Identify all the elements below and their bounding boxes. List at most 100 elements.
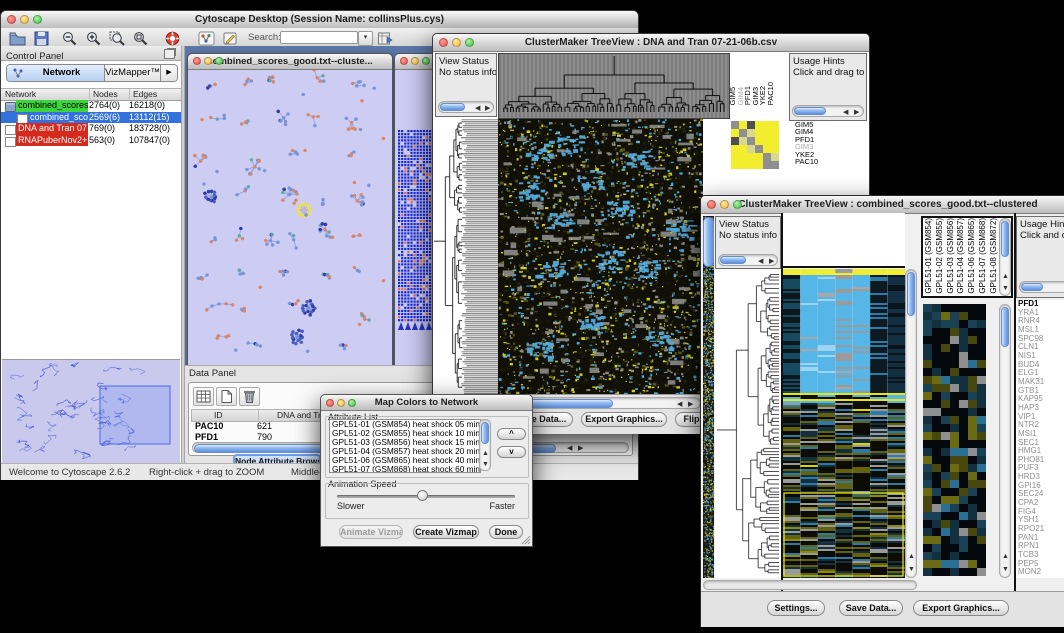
tv2-status-hscrollbar[interactable]: ◀ ▶ <box>718 254 778 266</box>
minimize-icon[interactable] <box>20 15 29 24</box>
scroll-down-icon[interactable]: ▼ <box>482 461 489 468</box>
tv1-hints-hscrollbar[interactable]: ◀ ▶ <box>792 105 864 117</box>
matrix-cell[interactable] <box>763 145 771 153</box>
col-edges[interactable]: Edges <box>129 89 157 99</box>
birdseye-view[interactable] <box>2 359 180 464</box>
matrix-cell[interactable] <box>739 121 747 129</box>
close-icon[interactable] <box>7 15 16 24</box>
scroll-right-icon[interactable]: ▶ <box>485 105 490 112</box>
network-name[interactable]: DNA and Tran 07 <box>16 123 88 135</box>
create-vizmap-button[interactable]: Create Vizmap <box>413 525 479 539</box>
scroll-thumb[interactable] <box>1021 283 1043 291</box>
tab-more-arrow[interactable]: ▶ <box>161 65 177 81</box>
scroll-thumb[interactable] <box>794 107 826 115</box>
move-up-button[interactable]: ^ <box>497 428 526 440</box>
network-canvas[interactable] <box>188 70 390 365</box>
minimize-icon[interactable] <box>411 57 419 65</box>
matrix-cell[interactable] <box>731 161 739 169</box>
resize-grip-icon[interactable] <box>521 535 531 545</box>
save-icon[interactable] <box>33 31 50 46</box>
matrix-cell[interactable] <box>731 145 739 153</box>
tv1-titlebar[interactable]: ClusterMaker TreeView : DNA and Tran 07-… <box>433 34 869 52</box>
tv2-zoom-vscrollbar[interactable]: ▲ ▼ <box>999 304 1011 578</box>
matrix-cell[interactable] <box>771 129 779 137</box>
matrix-cell[interactable] <box>739 153 747 161</box>
tv2-heatmap[interactable] <box>783 269 905 578</box>
matrix-cell[interactable] <box>755 161 763 169</box>
tv1-column-dendrogram[interactable] <box>498 53 730 119</box>
scroll-left-icon[interactable]: ◀ <box>758 258 763 265</box>
close-icon[interactable] <box>193 57 201 65</box>
minimize-icon[interactable] <box>204 57 212 65</box>
select-attributes-button[interactable] <box>193 387 214 406</box>
matrix-cell[interactable] <box>739 145 747 153</box>
attribute-listbox[interactable]: GPL51-01 (GSM854) heat shock 05 minGPL51… <box>329 419 481 473</box>
zoom-icon[interactable] <box>733 200 742 209</box>
col-nodes[interactable]: Nodes <box>89 89 118 99</box>
matrix-cell[interactable] <box>771 153 779 161</box>
scroll-left-icon[interactable]: ◀ <box>677 401 682 408</box>
minimize-icon[interactable] <box>337 399 345 407</box>
tv2-save-data-button[interactable]: Save Data... <box>839 600 903 616</box>
matrix-cell[interactable] <box>747 129 755 137</box>
matrix-cell[interactable] <box>731 129 739 137</box>
move-down-button[interactable]: v <box>497 446 526 458</box>
matrix-cell[interactable] <box>739 161 747 169</box>
done-button[interactable]: Done <box>489 525 523 539</box>
delete-attribute-button[interactable] <box>239 387 260 406</box>
tv2-heat-vscrollbar[interactable]: ▲ ▼ <box>905 269 917 578</box>
network-name[interactable]: RNAPuberNov2+ <box>16 135 88 147</box>
zoom-in-icon[interactable] <box>85 31 102 46</box>
tv2-hscrollbar[interactable] <box>703 580 917 590</box>
scroll-thumb[interactable] <box>1001 307 1009 347</box>
attribute-browser-icon[interactable] <box>377 31 394 46</box>
tv2-minimap-strip[interactable] <box>703 216 714 578</box>
matrix-cell[interactable] <box>763 137 771 145</box>
window-controls[interactable] <box>7 15 42 24</box>
network-view-icon[interactable] <box>198 31 215 46</box>
id-column-header[interactable]: ID <box>214 410 223 420</box>
scroll-left-icon[interactable]: ◀ <box>567 445 572 452</box>
float-panel-icon[interactable] <box>164 49 175 59</box>
scroll-thumb[interactable] <box>481 422 489 444</box>
zoom-icon[interactable] <box>422 57 430 65</box>
network-list-item[interactable]: combined_sco2569(6)13112(15) <box>1 112 181 124</box>
zoom-icon[interactable] <box>33 15 42 24</box>
network-list-item[interactable]: RNAPuberNov2+563(0)107847(0) <box>1 135 181 147</box>
tv1-export-graphics-button[interactable]: Export Graphics... <box>581 412 667 427</box>
tv2-export-graphics-button[interactable]: Export Graphics... <box>913 600 1009 616</box>
network-list-item[interactable]: combined_scores2764(0)16218(0) <box>1 100 181 112</box>
matrix-cell[interactable] <box>771 161 779 169</box>
matrix-cell[interactable] <box>739 137 747 145</box>
tab-network[interactable]: Network <box>7 65 105 81</box>
scroll-right-icon[interactable]: ▶ <box>578 445 583 452</box>
scroll-thumb[interactable] <box>1001 221 1009 257</box>
scroll-down-icon[interactable]: ▼ <box>908 566 915 573</box>
close-icon[interactable] <box>326 399 334 407</box>
matrix-cell[interactable] <box>747 145 755 153</box>
matrix-cell[interactable] <box>731 137 739 145</box>
network-list-item[interactable]: DNA and Tran 07769(0)183728(0) <box>1 123 181 135</box>
matrix-cell[interactable] <box>747 121 755 129</box>
tv1-status-hscrollbar[interactable]: ◀ ▶ <box>438 101 494 113</box>
scroll-up-icon[interactable]: ▲ <box>1002 273 1009 280</box>
scroll-up-icon[interactable]: ▲ <box>482 450 489 457</box>
matrix-cell[interactable] <box>763 153 771 161</box>
new-attribute-button[interactable] <box>216 387 237 406</box>
matrix-cell[interactable] <box>763 161 771 169</box>
open-file-icon[interactable] <box>9 31 26 46</box>
tv1-similarity-matrix[interactable] <box>731 121 779 169</box>
speed-slider-thumb[interactable] <box>417 490 428 501</box>
animate-vizmap-button[interactable]: Animate Vizmap <box>339 525 403 539</box>
zoom-selected-icon[interactable] <box>109 31 126 46</box>
dialog-titlebar[interactable]: Map Colors to Network <box>321 395 532 411</box>
scroll-left-icon[interactable]: ◀ <box>843 109 848 116</box>
attribute-list-vscrollbar[interactable]: ▲ ▼ <box>479 419 491 471</box>
search-dropdown-button[interactable]: ▾ <box>358 31 373 46</box>
close-icon[interactable] <box>707 200 716 209</box>
scroll-up-icon[interactable]: ▲ <box>908 553 915 560</box>
scroll-right-icon[interactable]: ▶ <box>854 109 859 116</box>
main-titlebar[interactable]: Cytoscape Desktop (Session Name: collins… <box>1 11 638 29</box>
tv2-minimap-scroll-thumb[interactable] <box>703 217 714 267</box>
matrix-cell[interactable] <box>755 137 763 145</box>
